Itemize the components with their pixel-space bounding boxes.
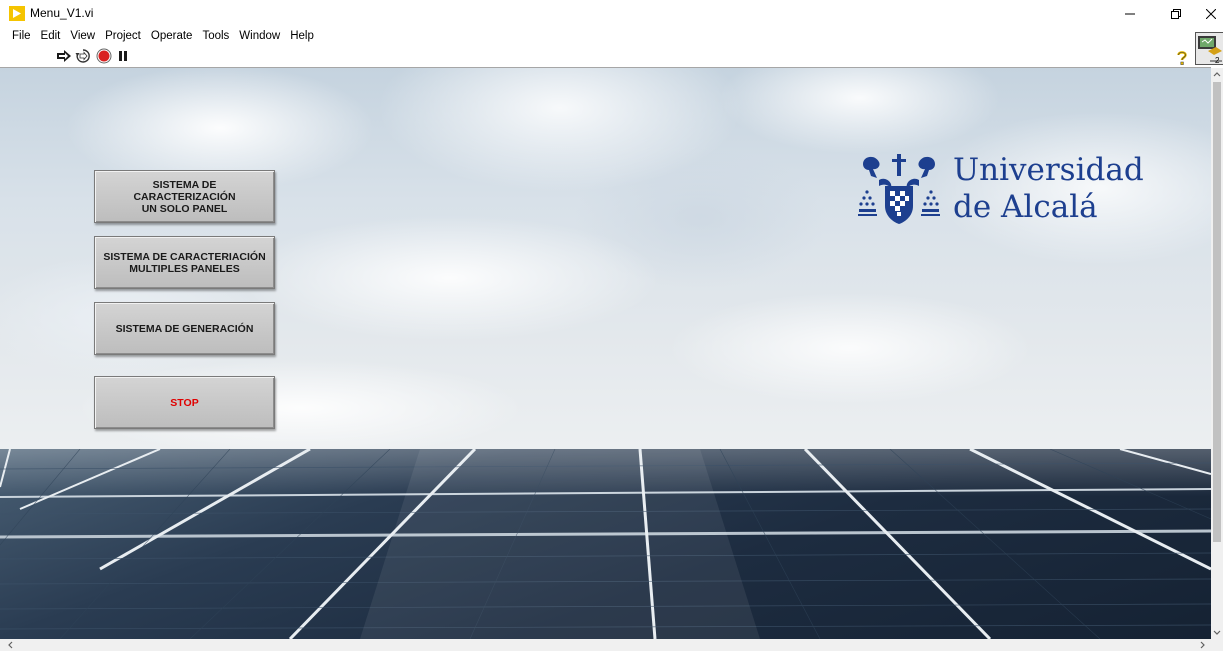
scroll-right-arrow-icon[interactable] <box>1197 639 1209 651</box>
menu-operate[interactable]: Operate <box>146 27 198 45</box>
connector-pane-icon[interactable]: 2 <box>1195 32 1223 65</box>
menu-project[interactable]: Project <box>100 27 146 45</box>
multiple-panels-characterization-button[interactable]: SISTEMA DE CARACTERIACIÓN MULTIPLES PANE… <box>94 236 275 289</box>
title-bar: Menu_V1.vi <box>0 0 1223 27</box>
pause-button[interactable] <box>115 48 131 64</box>
generation-system-button[interactable]: SISTEMA DE GENERACIÓN <box>94 302 275 355</box>
university-name: Universidad de Alcalá <box>953 152 1144 225</box>
run-continuously-icon <box>75 49 90 63</box>
menu-view[interactable]: View <box>65 27 100 45</box>
scroll-up-arrow-icon[interactable] <box>1211 68 1223 80</box>
menu-tools[interactable]: Tools <box>197 27 234 45</box>
run-arrow-icon <box>57 50 71 62</box>
close-button[interactable] <box>1199 0 1223 27</box>
vi-icon-graphic: 2 <box>1198 36 1222 65</box>
scroll-left-arrow-icon[interactable] <box>4 639 16 651</box>
close-icon <box>1206 8 1216 19</box>
menu-edit[interactable]: Edit <box>36 27 66 45</box>
run-button[interactable] <box>56 48 72 64</box>
single-panel-button-label: SISTEMA DE CARACTERIZACIÓN UN SOLO PANEL <box>133 178 236 215</box>
abort-execution-button[interactable] <box>96 48 112 64</box>
horizontal-scrollbar[interactable] <box>0 639 1211 651</box>
vertical-scrollbar[interactable] <box>1211 68 1223 639</box>
menu-file[interactable]: File <box>0 27 36 45</box>
labview-window: Menu_V1.vi File Edit View Project Operat… <box>0 0 1223 651</box>
scroll-down-arrow-icon[interactable] <box>1211 627 1223 639</box>
window-title: Menu_V1.vi <box>30 6 94 20</box>
front-panel: SISTEMA DE CARACTERIZACIÓN UN SOLO PANEL… <box>0 68 1211 639</box>
restore-icon <box>1171 8 1181 19</box>
solar-panels-background <box>0 449 1211 639</box>
svg-text:2: 2 <box>1215 56 1220 64</box>
run-continuously-button[interactable] <box>75 48 91 64</box>
generation-button-label: SISTEMA DE GENERACIÓN <box>115 322 254 335</box>
solar-panel-grid-graphic <box>0 449 1211 639</box>
labview-vi-icon <box>9 6 25 21</box>
scrollbar-corner <box>1211 639 1223 651</box>
pause-icon <box>119 51 127 61</box>
stop-button-label: STOP <box>170 396 199 409</box>
vertical-scrollbar-thumb[interactable] <box>1213 82 1221 542</box>
toolbar <box>0 45 1223 67</box>
minimize-icon <box>1125 13 1135 14</box>
menu-window[interactable]: Window <box>234 27 285 45</box>
university-logo: Universidad de Alcalá <box>857 152 1157 232</box>
single-panel-characterization-button[interactable]: SISTEMA DE CARACTERIZACIÓN UN SOLO PANEL <box>94 170 275 223</box>
menu-bar: File Edit View Project Operate Tools Win… <box>0 27 319 45</box>
stop-button[interactable]: STOP <box>94 376 275 429</box>
menu-help[interactable]: Help <box>285 27 319 45</box>
abort-execution-icon <box>96 48 112 64</box>
context-help-icon[interactable] <box>1175 50 1189 66</box>
multiple-panels-button-label: SISTEMA DE CARACTERIACIÓN MULTIPLES PANE… <box>103 250 266 275</box>
minimize-button[interactable] <box>1107 0 1153 27</box>
university-crest-icon <box>858 154 940 224</box>
restore-button[interactable] <box>1153 0 1199 27</box>
